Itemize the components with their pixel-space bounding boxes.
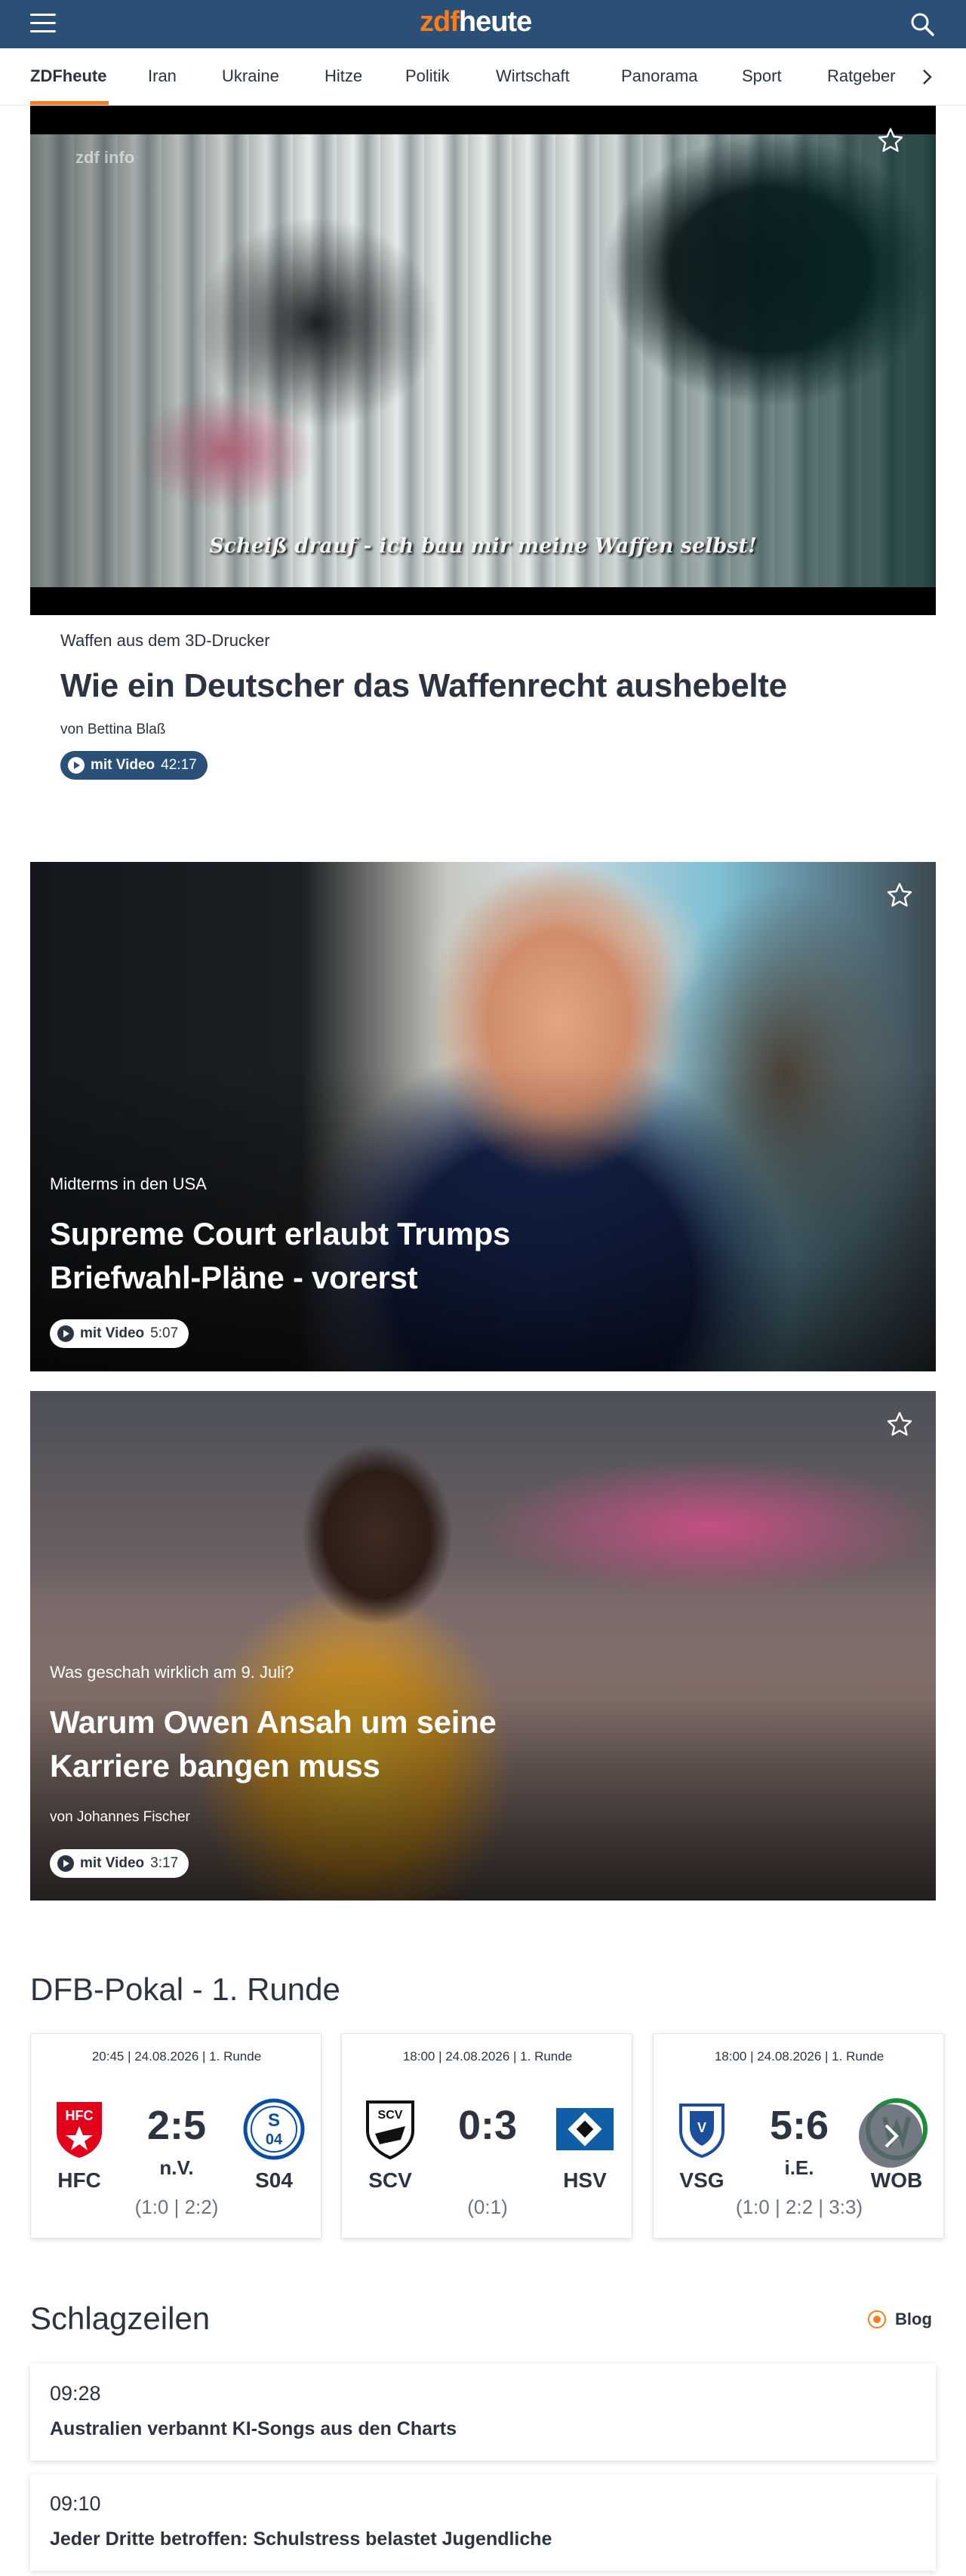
menu-icon[interactable]	[30, 14, 56, 35]
scoreboard-title: DFB-Pokal - 1. Runde	[30, 1971, 340, 2007]
bookmark-star-icon[interactable]	[886, 882, 913, 909]
blog-link[interactable]: Blog	[868, 2310, 932, 2329]
hero-video-badge[interactable]: mit Video 42:17	[60, 751, 208, 780]
nav-item-zdfheute[interactable]: ZDFheute	[30, 66, 106, 86]
chevron-right-icon	[884, 2124, 899, 2148]
search-icon[interactable]	[909, 11, 936, 38]
teaser-author: von Johannes Fischer	[50, 1809, 190, 1825]
headline-title: Australien verbannt KI-Songs aus den Cha…	[50, 2418, 457, 2439]
teaser-headline: Supreme Court erlaubt Trumps Briefwahl-P…	[50, 1216, 511, 1295]
teaser-video-badge[interactable]: mit Video 3:17	[50, 1849, 189, 1878]
teaser-kicker: Midterms in den USA	[50, 1174, 207, 1193]
headlines-title: Schlagzeilen	[30, 2301, 211, 2336]
away-team: WOB	[870, 2168, 923, 2192]
nav-item-panorama[interactable]: Panorama	[621, 66, 698, 86]
bookmark-star-icon[interactable]	[886, 1411, 913, 1438]
svg-text:S: S	[268, 2110, 280, 2131]
away-team: HSV	[563, 2168, 607, 2192]
teaser-kicker: Was geschah wirklich am 9. Juli?	[50, 1663, 294, 1682]
s04-crest-icon: S 04	[242, 2097, 306, 2161]
live-blog-icon	[868, 2310, 886, 2328]
teaser-headline: Warum Owen Ansah um seine Karriere bange…	[50, 1704, 497, 1784]
top-bar: zdfheute	[0, 0, 966, 48]
match-halftime: (0:1)	[467, 2196, 508, 2218]
match-halftime: (1:0 | 2:2 | 3:3)	[735, 2196, 863, 2218]
hero-kicker: Waffen aus dem 3D-Drucker	[60, 631, 270, 650]
blog-label: Blog	[895, 2310, 932, 2328]
play-icon	[57, 1325, 74, 1342]
match-card[interactable]: 20:45 | 24.08.2026 | 1. Runde HFC 2:5 n.…	[30, 2033, 321, 2239]
nav-fade	[906, 48, 966, 105]
svg-text:04: 04	[266, 2131, 283, 2148]
zdfheute-logo[interactable]: zdfheute	[420, 6, 532, 38]
nav-item-ratgeber[interactable]: Ratgeber	[827, 66, 896, 86]
category-nav: ZDFheute Iran Ukraine Hitze Politik Wirt…	[0, 48, 966, 106]
nav-item-sport[interactable]: Sport	[742, 66, 782, 86]
hero-video-teaser[interactable]: zdf info Scheiß drauf - ich bau mir mein…	[30, 106, 936, 615]
match-meta: 18:00 | 24.08.2026 | 1. Runde	[714, 2049, 884, 2064]
headline-time: 09:10	[50, 2492, 101, 2515]
teaser-card-supreme-court[interactable]: Midterms in den USA Supreme Court erlaub…	[30, 862, 936, 1371]
teaser-video-badge[interactable]: mit Video 5:07	[50, 1319, 189, 1348]
scoreboard-next-button[interactable]	[859, 2104, 922, 2168]
hero-headline[interactable]: Wie ein Deutscher das Waffenrecht ausheb…	[60, 667, 787, 705]
headline-item[interactable]: 09:10 Jeder Dritte betroffen: Schulstres…	[30, 2474, 936, 2571]
bookmark-star-icon[interactable]	[877, 127, 904, 154]
nav-item-hitze[interactable]: Hitze	[325, 66, 362, 86]
match-meta: 18:00 | 24.08.2026 | 1. Runde	[402, 2049, 573, 2064]
hero-video-still	[30, 134, 936, 587]
headline-item[interactable]: 09:28 Australien verbannt KI-Songs aus d…	[30, 2364, 936, 2461]
nav-item-iran[interactable]: Iran	[148, 66, 177, 86]
nav-item-ukraine[interactable]: Ukraine	[222, 66, 279, 86]
nav-item-politik[interactable]: Politik	[405, 66, 450, 86]
play-icon	[57, 1855, 74, 1872]
channel-watermark: zdf info	[75, 148, 135, 167]
chevron-right-icon[interactable]	[918, 68, 936, 86]
nav-item-wirtschaft[interactable]: Wirtschaft	[496, 66, 570, 86]
match-meta: 20:45 | 24.08.2026 | 1. Runde	[91, 2049, 262, 2064]
match-card[interactable]: 18:00 | 24.08.2026 | 1. Runde SCV 0:3 SC…	[341, 2033, 632, 2239]
headline-time: 09:28	[50, 2382, 101, 2405]
home-team: HFC	[57, 2168, 101, 2192]
away-team: S04	[255, 2168, 293, 2192]
home-team: SCV	[368, 2168, 412, 2192]
headline-title: Jeder Dritte betroffen: Schulstress bela…	[50, 2528, 552, 2550]
play-icon	[68, 757, 85, 774]
teaser-card-owen-ansah[interactable]: Was geschah wirklich am 9. Juli? Warum O…	[30, 1391, 936, 1900]
match-halftime: (1:0 | 2:2)	[134, 2196, 219, 2218]
home-team: VSG	[679, 2168, 724, 2192]
hsv-crest-icon	[553, 2097, 617, 2161]
video-subtitle: Scheiß drauf - ich bau mir meine Waffen …	[209, 534, 757, 558]
hero-author: von Bettina Blaß	[60, 722, 166, 737]
